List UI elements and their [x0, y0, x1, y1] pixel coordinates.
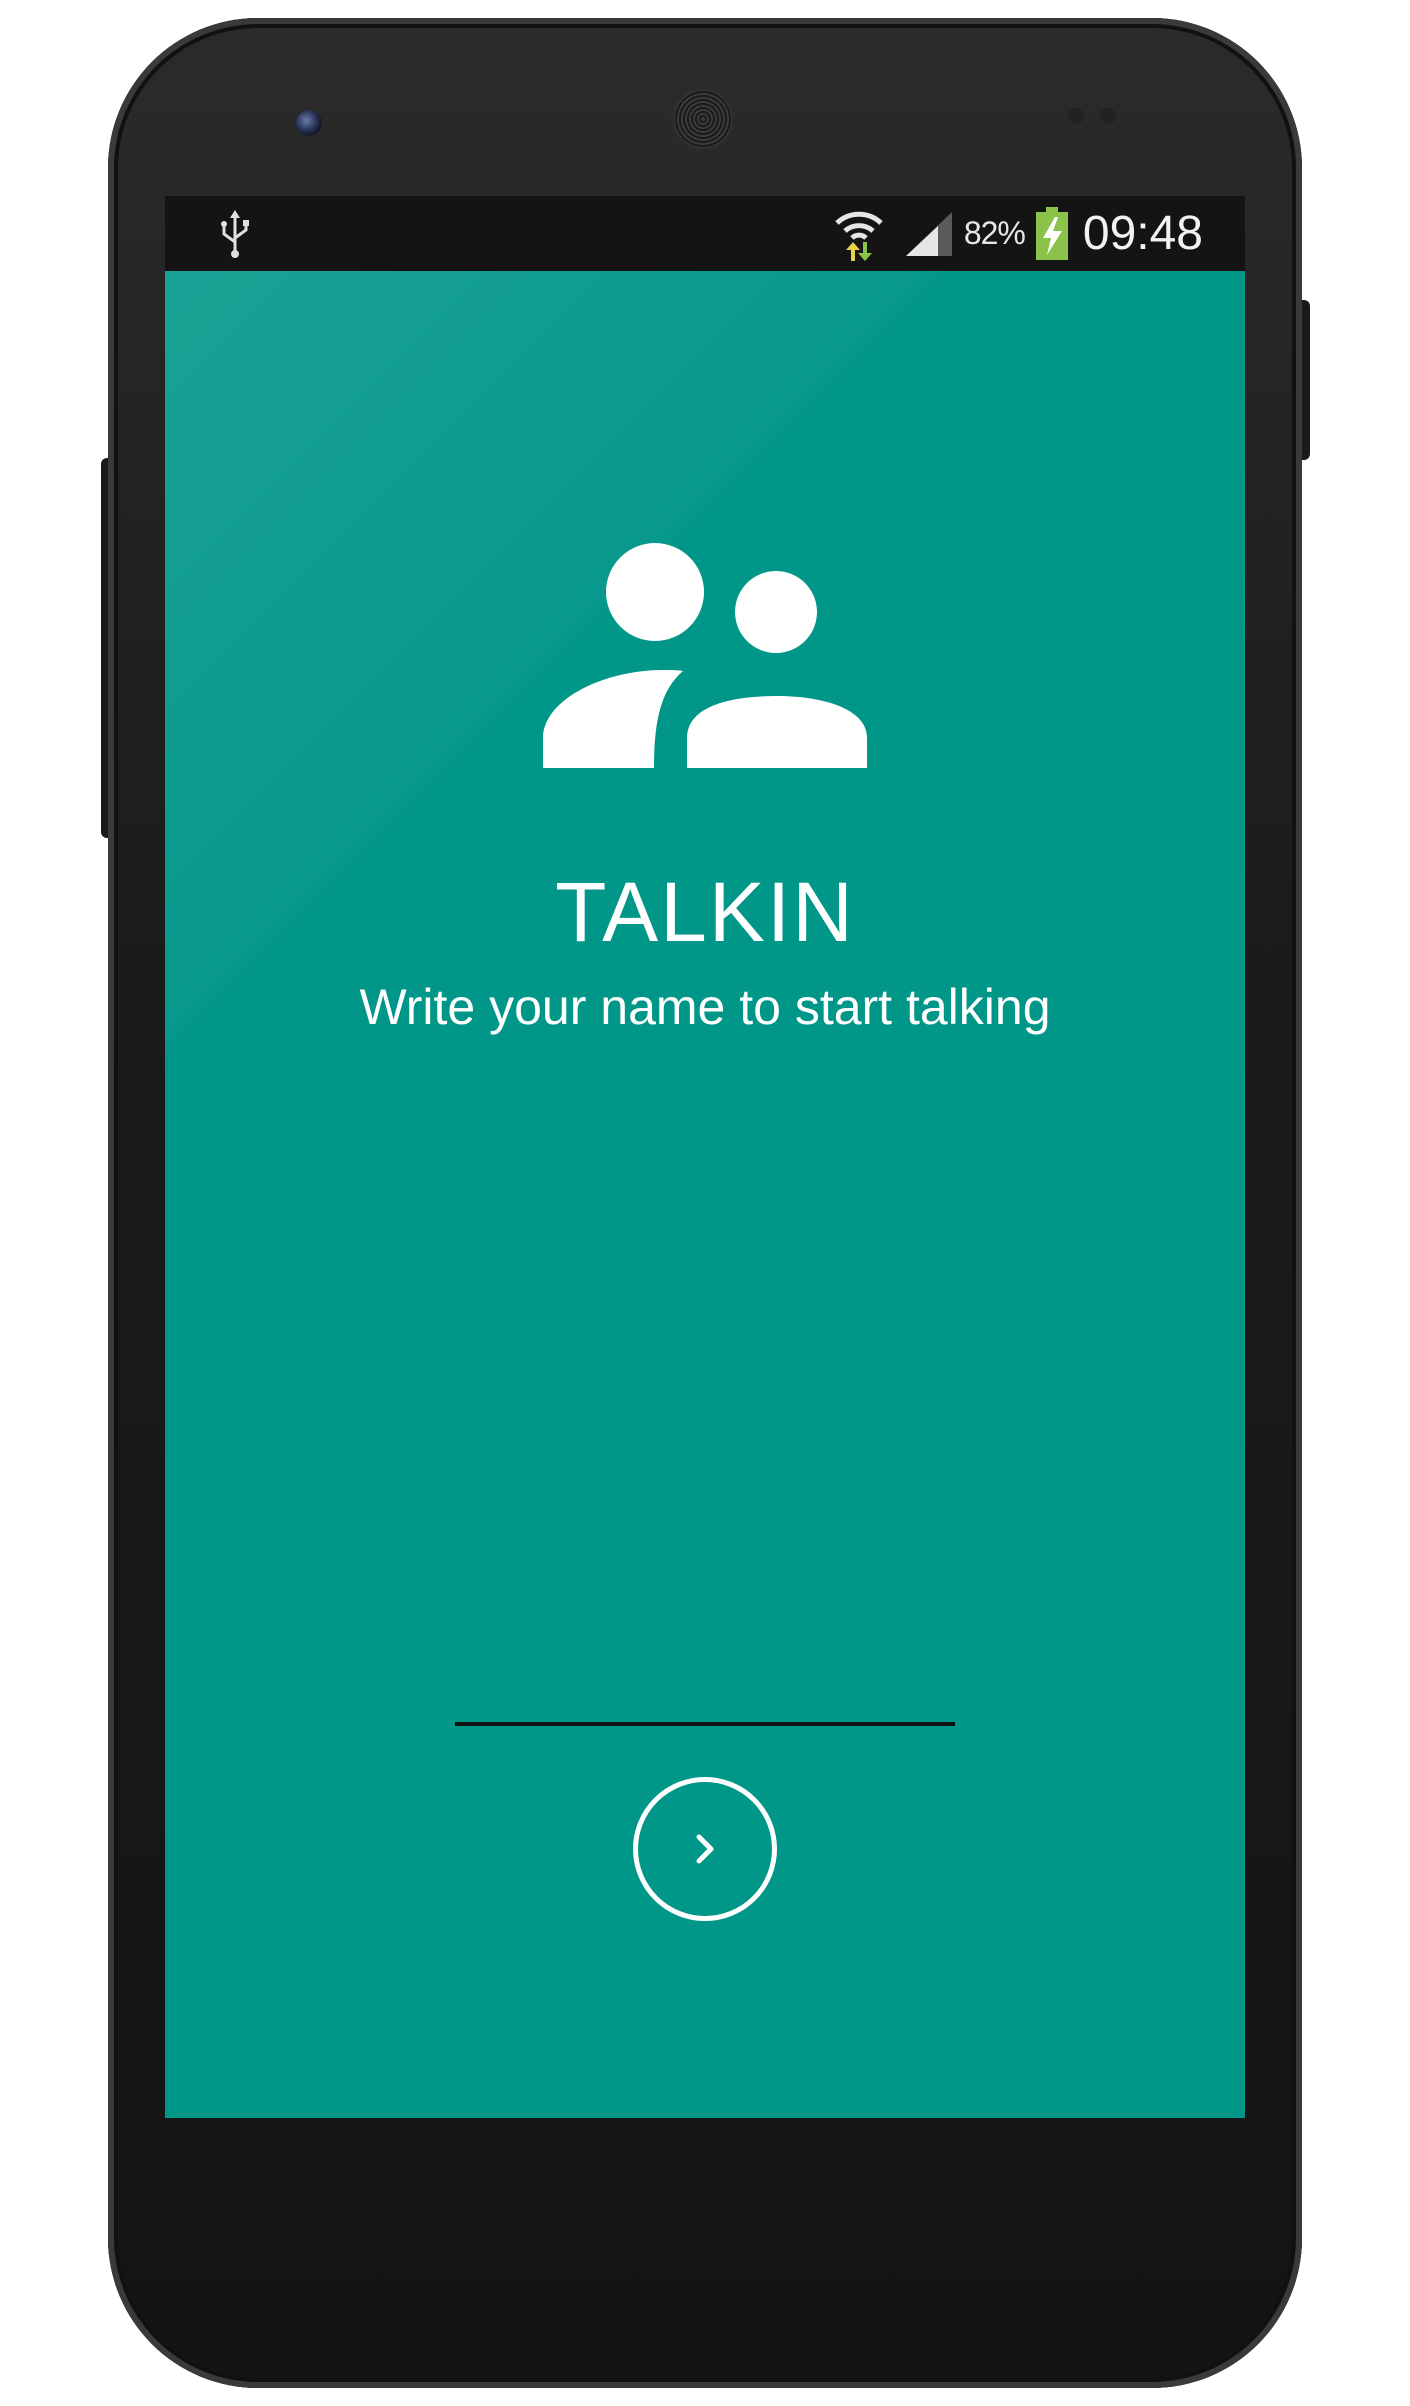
status-clock: 09:48 [1082, 207, 1203, 260]
name-input[interactable] [455, 1666, 955, 1726]
status-bar: 82% 09:48 [165, 196, 1245, 271]
next-button[interactable] [633, 1777, 777, 1921]
front-camera [296, 110, 322, 136]
app-title: TALKIN [555, 865, 855, 959]
people-icon [543, 543, 867, 768]
device-frame: 82% 09:48 TALKIN Write your name to star… [0, 0, 1410, 2406]
earpiece-speaker [674, 90, 732, 148]
wifi-data-icon [835, 211, 883, 261]
battery-percentage: 82% [963, 215, 1026, 251]
usb-icon [215, 210, 255, 260]
battery-charging-icon [1035, 206, 1068, 260]
chevron-right-icon [696, 1834, 714, 1864]
proximity-sensors [1068, 108, 1128, 126]
cell-signal-icon [905, 211, 952, 256]
screen: 82% 09:48 TALKIN Write your name to star… [165, 196, 1245, 2118]
app-subtitle: Write your name to start talking [359, 979, 1051, 1035]
